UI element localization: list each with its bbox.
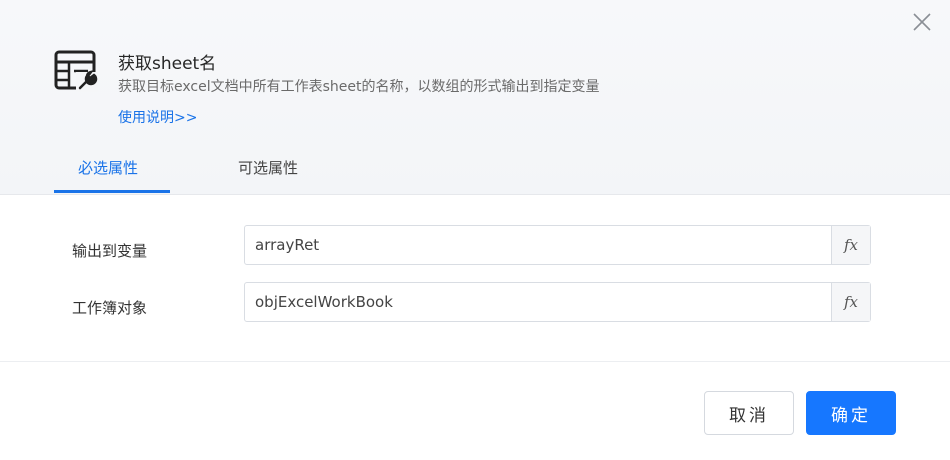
fx-icon: fx — [843, 293, 858, 311]
output-variable-label: 输出到变量 — [72, 242, 148, 260]
close-button[interactable] — [908, 8, 936, 36]
output-variable-fx-button[interactable]: fx — [831, 226, 870, 264]
workbook-object-fx-button[interactable]: fx — [831, 283, 870, 321]
help-link[interactable]: 使用说明>> — [118, 107, 197, 127]
workbook-object-field: fx — [244, 282, 871, 322]
output-variable-field: fx — [244, 225, 871, 265]
excel-sheet-tool-icon — [54, 50, 100, 94]
close-icon — [913, 13, 931, 31]
cancel-button[interactable]: 取消 — [704, 391, 794, 435]
workbook-object-input[interactable] — [245, 283, 833, 321]
active-tab-indicator — [54, 190, 170, 193]
dialog-title: 获取sheet名 — [118, 54, 217, 74]
tab-required-properties[interactable]: 必选属性 — [78, 157, 138, 178]
get-sheet-names-dialog: 获取sheet名 获取目标excel文档中所有工作表sheet的名称，以数组的形… — [0, 0, 950, 460]
dialog-description: 获取目标excel文档中所有工作表sheet的名称，以数组的形式输出到指定变量 — [118, 79, 600, 95]
footer-divider — [0, 361, 950, 362]
dialog-header: 获取sheet名 获取目标excel文档中所有工作表sheet的名称，以数组的形… — [0, 0, 950, 195]
output-variable-input[interactable] — [245, 226, 833, 264]
workbook-object-label: 工作簿对象 — [72, 299, 148, 317]
fx-icon: fx — [843, 236, 858, 254]
tab-optional-properties[interactable]: 可选属性 — [238, 157, 298, 178]
ok-button[interactable]: 确定 — [806, 391, 896, 435]
